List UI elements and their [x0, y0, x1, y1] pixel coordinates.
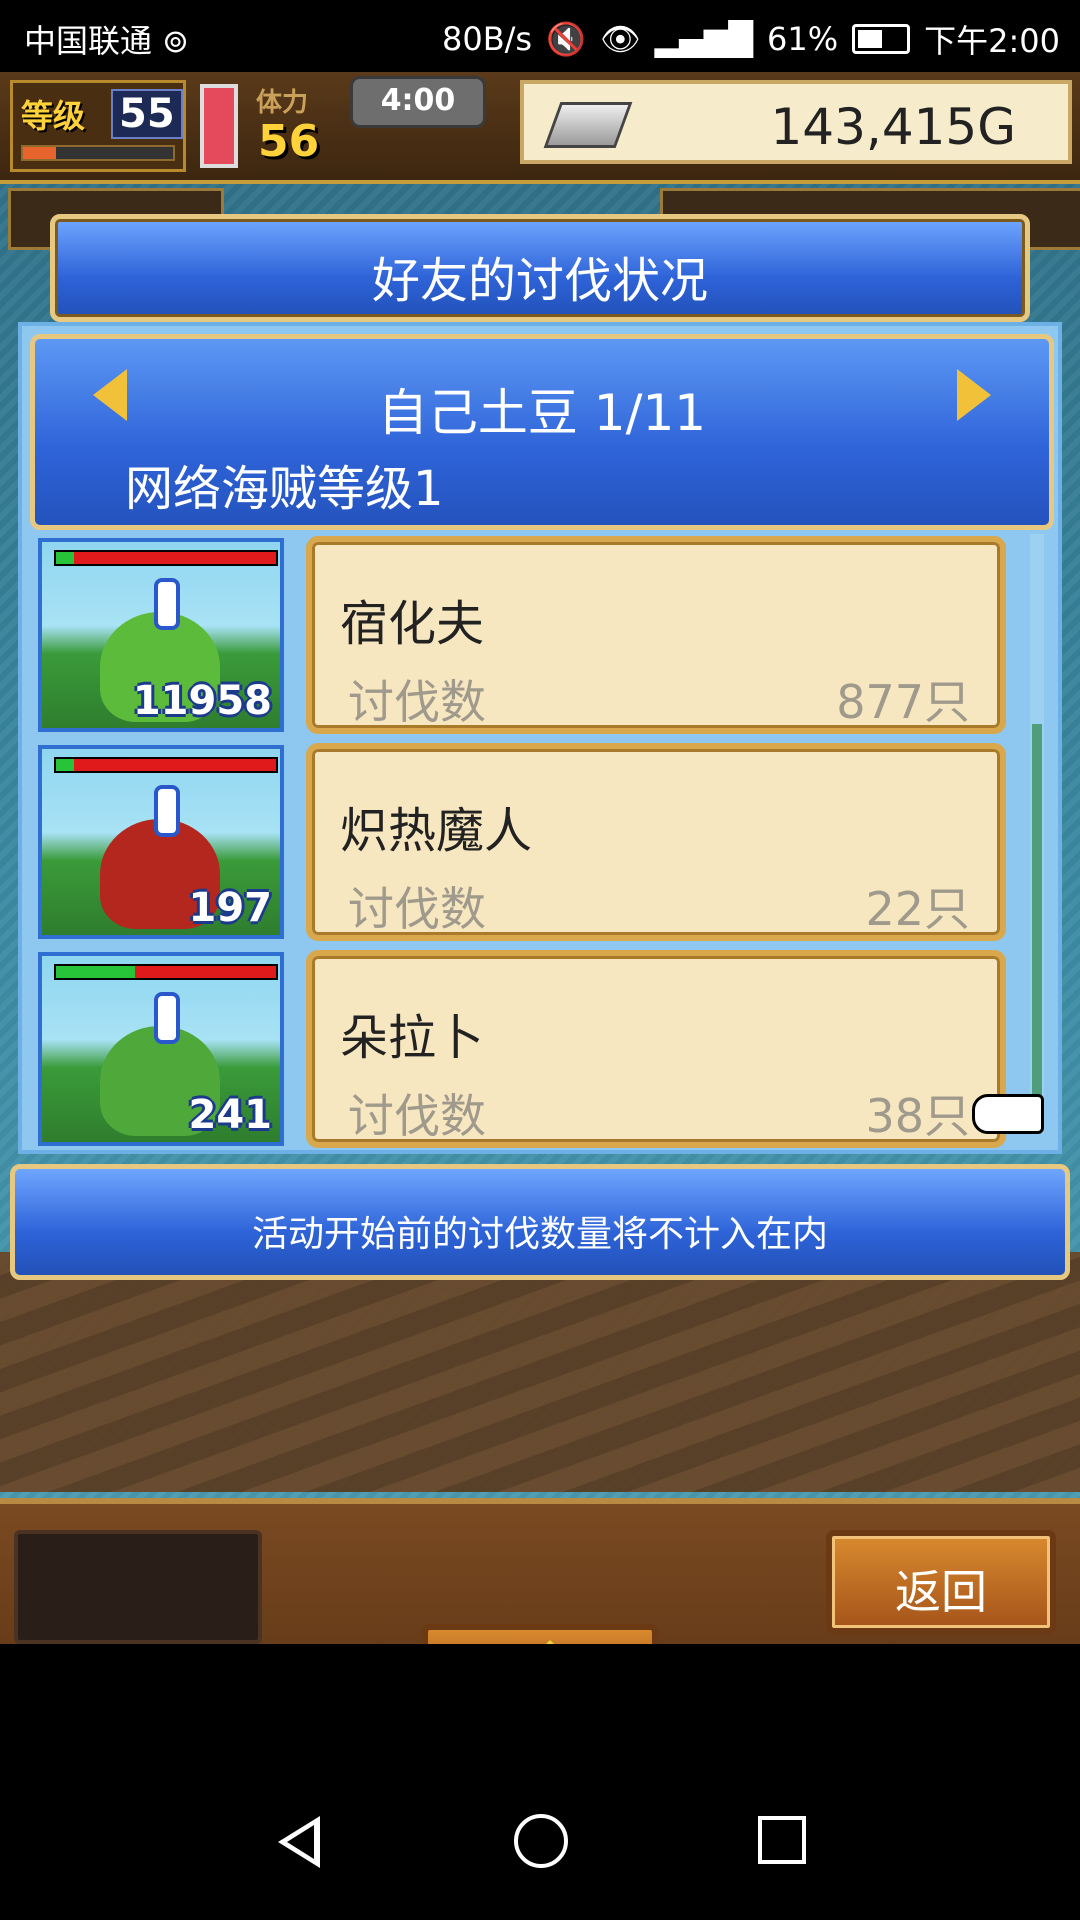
battery-icon	[852, 24, 911, 54]
status-bar: 中国联通 ⊚ 80B/s 🔇 👁 ▂▄▆█ 61% 下午2:00	[0, 0, 1080, 72]
list-scrollbar[interactable]	[1030, 534, 1044, 1134]
network-speed: 80B/s	[441, 20, 533, 58]
monster-name: 宿化夫	[340, 596, 485, 652]
status-right: 80B/s 🔇 👁 ▂▄▆█ 61% 下午2:00	[442, 16, 1060, 62]
kill-label: 讨伐数	[348, 1089, 486, 1143]
hp-bar	[54, 550, 278, 566]
stamina-label: 体力	[256, 88, 309, 118]
list-item[interactable]: 197 炽热魔人 讨伐数 22只	[30, 741, 1030, 943]
monster-list[interactable]: 11958 宿化夫 讨伐数 877只 197 炽热魔人 讨伐数 22只 241 …	[30, 534, 1030, 1148]
eye-icon: 👁	[599, 20, 641, 58]
monster-info-scroll: 炽热魔人 讨伐数 22只	[306, 743, 1006, 941]
kill-label: 讨伐数	[348, 882, 486, 936]
note-text: 活动开始前的讨伐数量将不计入在内	[251, 1214, 828, 1255]
hp-bar	[54, 757, 278, 773]
top-hud: 等级 55 体力 56 4:00 143,415G	[0, 72, 1080, 184]
monster-thumbnail: 197	[38, 745, 284, 939]
kill-count: 877只	[836, 675, 970, 729]
stamina-timer: 4:00	[350, 76, 486, 128]
dialog-title: 好友的讨伐状况	[371, 253, 708, 309]
exp-bar	[21, 145, 175, 161]
note-plate: 活动开始前的讨伐数量将不计入在内	[10, 1164, 1070, 1280]
signal-icon: ▂▄▆█	[654, 20, 753, 58]
stamina-value: 56	[258, 116, 320, 167]
list-item[interactable]: 241 朵拉卜 讨伐数 38只	[30, 948, 1030, 1150]
silver-bar-icon	[543, 102, 633, 148]
carrier-label: 中国联通 ⊚	[24, 22, 189, 60]
nav-back-icon[interactable]	[278, 1816, 320, 1868]
clock: 下午2:00	[924, 22, 1060, 60]
list-item[interactable]: 11958 宿化夫 讨伐数 877只	[30, 534, 1030, 736]
monster-thumbnail: 241	[38, 952, 284, 1146]
navigation-bar	[0, 1644, 1080, 1920]
nav-recent-apps-icon[interactable]	[758, 1816, 806, 1864]
back-button[interactable]: 返回	[826, 1530, 1056, 1634]
money-value: 143,415G	[770, 98, 1016, 156]
monster-info-scroll: 朵拉卜 讨伐数 38只	[306, 950, 1006, 1148]
nav-home-icon[interactable]	[514, 1814, 568, 1868]
friend-name: 自己土豆 1/11	[377, 384, 707, 442]
level-box: 等级 55	[10, 80, 186, 172]
pirate-level: 网络海贼等级1	[125, 461, 444, 517]
alert-icon	[154, 785, 180, 837]
hunt-status-panel: 自己土豆 1/11 网络海贼等级1 11958 宿化夫 讨伐数 877只 197…	[18, 322, 1062, 1154]
alert-icon	[154, 578, 180, 630]
monster-count: 197	[188, 885, 273, 931]
level-value: 55	[111, 89, 183, 139]
next-friend-arrow-icon[interactable]	[957, 369, 991, 421]
friend-header: 自己土豆 1/11 网络海贼等级1	[30, 334, 1054, 530]
empty-slot	[14, 1530, 262, 1644]
level-label: 等级	[21, 97, 86, 135]
mute-icon: 🔇	[546, 20, 586, 58]
hp-bar	[54, 964, 278, 980]
stamina-gauge	[200, 84, 238, 168]
monster-name: 朵拉卜	[340, 1010, 485, 1066]
dialog-title-plate: 好友的讨伐状况	[50, 214, 1030, 322]
battery-percent: 61%	[767, 20, 839, 58]
monster-count: 241	[188, 1092, 273, 1138]
game-screen: 等级 55 体力 56 4:00 143,415G 好友的讨伐状况 自己土豆 1…	[0, 72, 1080, 1722]
monster-thumbnail: 11958	[38, 538, 284, 732]
kill-count: 22只	[865, 882, 970, 936]
money-box: 143,415G	[520, 80, 1072, 164]
ship-deck-background	[0, 1252, 1080, 1492]
monster-name: 炽热魔人	[340, 803, 533, 859]
kill-label: 讨伐数	[348, 675, 486, 729]
kill-count: 38只	[865, 1089, 970, 1143]
monster-info-scroll: 宿化夫 讨伐数 877只	[306, 536, 1006, 734]
alert-icon	[154, 992, 180, 1044]
back-button-label: 返回	[895, 1565, 987, 1619]
pointer-hand-icon	[972, 1094, 1044, 1134]
monster-count: 11958	[132, 678, 272, 724]
